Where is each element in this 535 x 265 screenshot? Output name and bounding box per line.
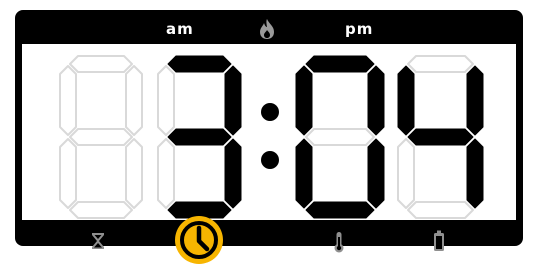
battery-icon[interactable]	[433, 230, 445, 252]
digit-2-segment-a	[167, 55, 232, 73]
digit-4-segment-e	[397, 138, 415, 209]
am-indicator: am	[166, 20, 194, 38]
digit-3-segment-g	[305, 128, 375, 146]
digit-3-segment-f	[295, 65, 313, 136]
clock-icon[interactable]	[174, 215, 224, 265]
digit-1-segment-e	[59, 138, 77, 209]
digit-2-segment-f	[157, 65, 175, 136]
digit-3-segment-e	[295, 138, 313, 209]
digit-2-segment-c	[224, 138, 242, 209]
thermometer-icon[interactable]	[333, 231, 345, 253]
digit-3-segment-b	[367, 65, 385, 136]
digit-1-segment-f	[59, 65, 77, 136]
digit-1-segment-d	[69, 201, 133, 219]
hourglass-icon[interactable]	[91, 232, 105, 250]
digit-4-segment-b	[466, 65, 484, 136]
digit-4-segment-f	[397, 65, 415, 136]
digit-2-segment-g	[167, 128, 232, 146]
digit-4-segment-a	[407, 55, 474, 73]
digit-4-segment-c	[466, 138, 484, 209]
digit-3-segment-a	[305, 55, 375, 73]
digit-1-segment-g	[69, 128, 133, 146]
pm-indicator: pm	[345, 20, 374, 38]
digit-2-segment-e	[157, 138, 175, 209]
digit-2-segment-b	[224, 65, 242, 136]
colon-top-dot	[261, 103, 279, 121]
digit-3-segment-c	[367, 138, 385, 209]
digit-4-segment-d	[407, 201, 474, 219]
colon-bottom-dot	[261, 151, 279, 169]
flame-icon	[260, 19, 274, 39]
digit-1-segment-c	[125, 138, 143, 209]
digit-1-segment-b	[125, 65, 143, 136]
digit-1-segment-a	[69, 55, 133, 73]
digit-4-segment-g	[407, 128, 474, 146]
digit-3-segment-d	[305, 201, 375, 219]
